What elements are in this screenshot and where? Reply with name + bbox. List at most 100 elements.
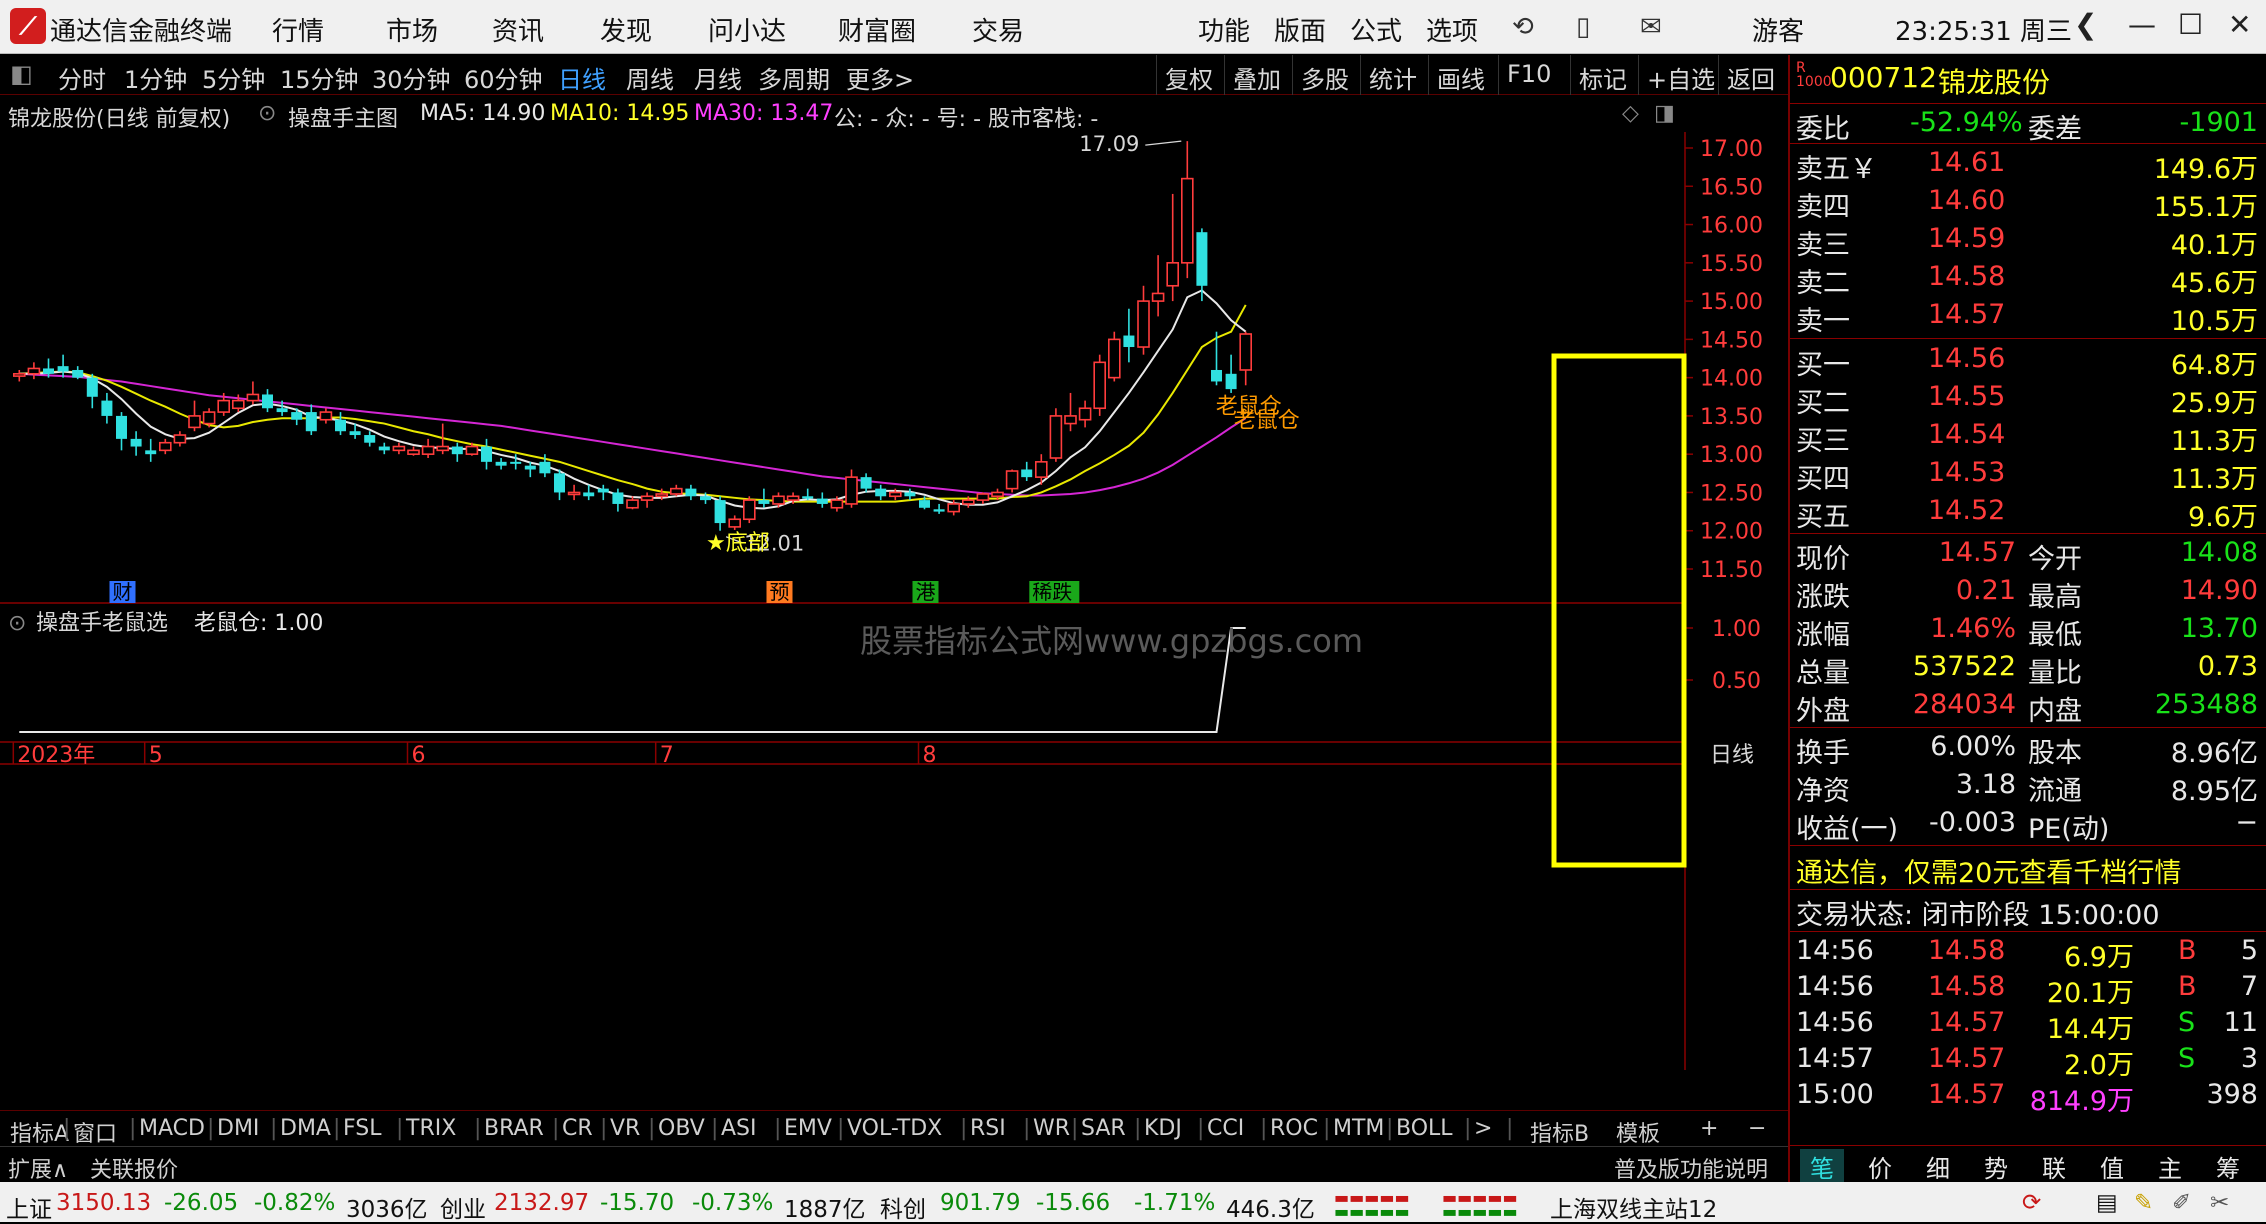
indicator-tab[interactable]: BOLL xyxy=(1396,1116,1453,1141)
menu-wealth-circle[interactable]: 财富圈 xyxy=(838,11,916,48)
stats-button[interactable]: 统计 xyxy=(1360,55,1425,95)
quote-panel-tab[interactable]: 主 xyxy=(2158,1149,2182,1184)
quote-panel-tab[interactable]: 细 xyxy=(1926,1149,1950,1184)
indicator-tab[interactable]: CR xyxy=(562,1116,593,1141)
add-window-button[interactable]: + xyxy=(1700,1116,1718,1141)
return-button[interactable]: 返回 xyxy=(1718,55,1783,95)
indicator-tab[interactable]: FSL xyxy=(343,1116,382,1141)
indicator-tab[interactable]: SAR xyxy=(1081,1116,1126,1141)
event-tag-label[interactable]: 港 xyxy=(916,580,936,604)
indicator-tab[interactable]: MTM xyxy=(1333,1116,1384,1141)
f10-button[interactable]: F10 xyxy=(1498,55,1559,95)
indicator-tab[interactable]: ASI xyxy=(721,1116,757,1141)
refresh-icon[interactable]: ⟲ xyxy=(1512,12,1534,42)
overlay-button[interactable]: 叠加 xyxy=(1224,55,1289,95)
user-label[interactable]: 游客 xyxy=(1752,11,1804,48)
notepad-icon[interactable]: ▤ xyxy=(2096,1190,2118,1216)
indicator-menu-icon[interactable]: ⊙ xyxy=(8,611,26,636)
indicator-tab[interactable]: DMI xyxy=(217,1116,259,1141)
indicator-b-tab[interactable]: 指标B xyxy=(1530,1116,1589,1148)
minimize-icon[interactable]: — xyxy=(2128,8,2156,41)
indicator-tab[interactable]: MACD xyxy=(139,1116,205,1141)
indicator-tab[interactable]: TRIX xyxy=(406,1116,456,1141)
adjust-button[interactable]: 复权 xyxy=(1156,55,1221,95)
draw-button[interactable]: 画线 xyxy=(1428,55,1493,95)
indicator-name[interactable]: 操盘手老鼠选 xyxy=(36,611,168,636)
edit-icon[interactable]: ✎ xyxy=(2134,1190,2153,1216)
indicator-tab[interactable]: CCI xyxy=(1207,1116,1244,1141)
menu-formula[interactable]: 公式 xyxy=(1350,11,1402,48)
add-watchlist-button[interactable]: +自选 xyxy=(1638,55,1723,95)
period-30min[interactable]: 30分钟 xyxy=(372,60,451,95)
formula-dropdown-icon[interactable]: ⊙ xyxy=(258,101,276,126)
connection-icon[interactable]: ⟳ xyxy=(2022,1190,2041,1216)
template-tab[interactable]: 模板 xyxy=(1616,1116,1660,1148)
menu-function[interactable]: 功能 xyxy=(1198,11,1250,48)
pen-icon[interactable]: ✐ xyxy=(2172,1190,2191,1216)
quote-panel-tab[interactable]: 势 xyxy=(1984,1149,2008,1184)
remove-window-button[interactable]: − xyxy=(1748,1116,1766,1141)
menu-market-quote[interactable]: 行情 xyxy=(272,11,324,48)
indicator-tab[interactable]: 窗口 xyxy=(73,1116,117,1148)
kline-chart-svg[interactable]: 17.00 16.50 16.00 15.50 15.00 14.50 14.00 13.50… xyxy=(0,132,1788,1070)
period-monthly[interactable]: 月线 xyxy=(694,60,742,95)
promo-link[interactable]: 通达信，仅需20元查看千档行情 xyxy=(1796,851,2181,890)
phone-icon[interactable]: ▯ xyxy=(1576,12,1590,42)
indicator-tab[interactable]: WR xyxy=(1033,1116,1070,1141)
period-60min[interactable]: 60分钟 xyxy=(464,60,543,95)
event-tag-label[interactable]: 稀跌 xyxy=(1032,580,1072,604)
main-chart-name[interactable]: 操盘手主图 xyxy=(288,101,398,133)
indicator-tab[interactable]: RSI xyxy=(970,1116,1006,1141)
indicator-tab[interactable]: BRAR xyxy=(484,1116,544,1141)
menu-market[interactable]: 市场 xyxy=(386,11,438,48)
indicator-tab[interactable]: 指标A xyxy=(10,1116,69,1148)
indicator-tab[interactable]: EMV xyxy=(784,1116,832,1141)
period-multi[interactable]: 多周期 xyxy=(758,60,830,95)
indicator-tab[interactable]: DMA xyxy=(280,1116,331,1141)
kc-index-name[interactable]: 科创 xyxy=(880,1190,926,1224)
related-quote-button[interactable]: 关联报价 xyxy=(90,1152,178,1184)
indicator-tab[interactable]: > xyxy=(1474,1116,1492,1141)
help-link[interactable]: 普及版功能说明 xyxy=(1614,1152,1768,1184)
event-tag-label[interactable]: 预 xyxy=(770,580,790,604)
mark-button[interactable]: 标记 xyxy=(1570,55,1635,95)
indicator-tab[interactable]: KDJ xyxy=(1144,1116,1182,1141)
menu-trade[interactable]: 交易 xyxy=(972,11,1024,48)
cy-index-name[interactable]: 创业 xyxy=(440,1190,486,1224)
indicator-tab[interactable]: ROC xyxy=(1270,1116,1318,1141)
maximize-icon[interactable]: ☐ xyxy=(2178,8,2203,41)
sh-index-name[interactable]: 上证 xyxy=(6,1190,52,1224)
quote-panel-tab[interactable]: 值 xyxy=(2100,1149,2124,1184)
event-tag-label[interactable]: 财 xyxy=(113,580,133,604)
indicator-tab[interactable]: VOL-TDX xyxy=(847,1116,942,1141)
quote-panel-tab[interactable]: 价 xyxy=(1868,1149,1892,1184)
expand-button[interactable]: 扩展∧ xyxy=(8,1152,68,1184)
period-minute-line[interactable]: 分时 xyxy=(58,60,106,95)
menu-layout[interactable]: 版面 xyxy=(1274,11,1326,48)
period-daily[interactable]: 日线 xyxy=(558,60,606,95)
sidebar-toggle-icon[interactable]: ◧ xyxy=(10,60,33,88)
quote-panel-tab[interactable]: 联 xyxy=(2042,1149,2066,1184)
menu-ask[interactable]: 问小达 xyxy=(708,11,786,48)
indicator-tab[interactable]: OBV xyxy=(658,1116,705,1141)
diamond-icon[interactable]: ◇ xyxy=(1622,101,1639,126)
server-name[interactable]: 上海双线主站12 xyxy=(1550,1190,1717,1224)
menu-options[interactable]: 选项 xyxy=(1426,11,1478,48)
back-icon[interactable]: ❮ xyxy=(2074,8,2097,41)
period-5min[interactable]: 5分钟 xyxy=(202,60,265,95)
menu-news[interactable]: 资讯 xyxy=(492,11,544,48)
message-icon[interactable]: ✉ xyxy=(1640,12,1662,42)
period-more[interactable]: 更多> xyxy=(846,60,914,95)
multi-stock-button[interactable]: 多股 xyxy=(1292,55,1357,95)
quote-panel-tab[interactable]: 筹 xyxy=(2216,1149,2240,1184)
indicator-tab[interactable]: VR xyxy=(610,1116,640,1141)
period-15min[interactable]: 15分钟 xyxy=(280,60,359,95)
close-icon[interactable]: ✕ xyxy=(2228,8,2251,41)
period-weekly[interactable]: 周线 xyxy=(626,60,674,95)
chart-area[interactable]: 17.00 16.50 16.00 15.50 15.00 14.50 14.00 13.50… xyxy=(0,132,1788,1070)
panel-toggle-icon[interactable]: ◨ xyxy=(1654,101,1675,126)
quote-panel-tab[interactable]: 笔 xyxy=(1800,1149,1844,1184)
menu-discover[interactable]: 发现 xyxy=(600,11,652,48)
tools-icon[interactable]: ✂ xyxy=(2210,1190,2229,1216)
period-1min[interactable]: 1分钟 xyxy=(124,60,187,95)
